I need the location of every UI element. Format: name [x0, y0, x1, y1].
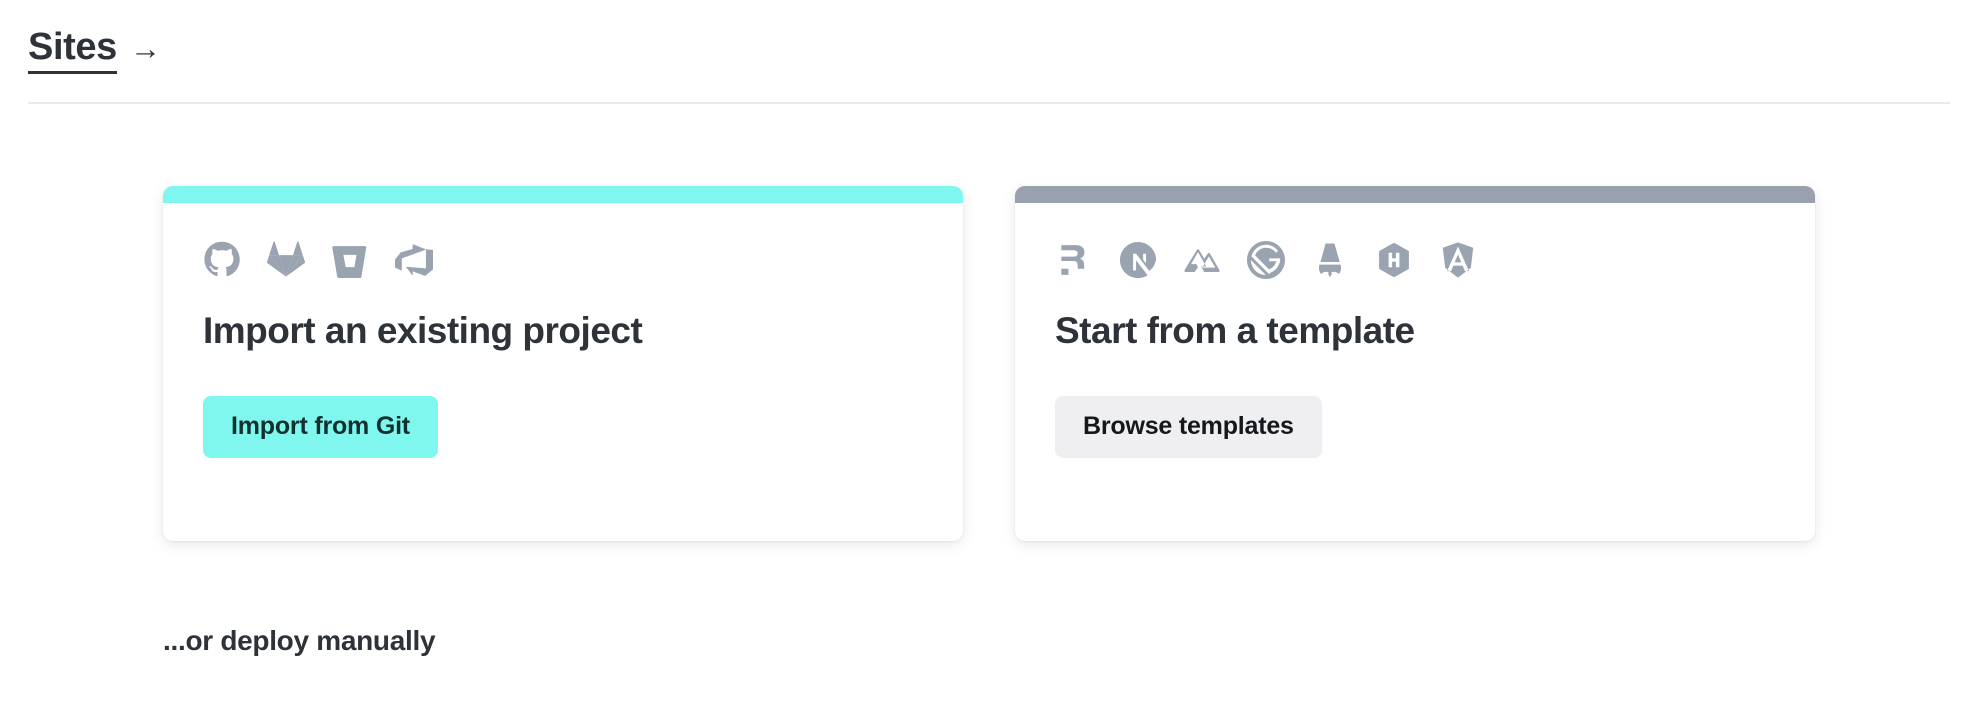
angular-icon [1442, 242, 1474, 278]
framework-icon-row [1055, 239, 1775, 281]
github-icon [204, 241, 240, 277]
git-provider-icon-row [203, 239, 923, 281]
astro-icon [1318, 243, 1342, 278]
bitbucket-icon [332, 246, 367, 279]
remix-icon [1061, 245, 1085, 275]
azure-devops-icon [395, 244, 433, 276]
card-accent-bar [163, 186, 963, 203]
deploy-manually-heading: ...or deploy manually [163, 625, 436, 656]
browse-templates-button[interactable]: Browse templates [1055, 395, 1322, 458]
sites-link[interactable]: Sites → [28, 28, 161, 74]
page-title: Sites [28, 28, 117, 74]
card-body: Import an existing project Import from G… [163, 203, 963, 541]
card-body: Start from a template Browse templates [1015, 203, 1815, 541]
card-import-existing-project[interactable]: Import an existing project Import from G… [163, 186, 963, 541]
hugo-icon [1379, 242, 1409, 278]
card-title: Import an existing project [203, 310, 643, 351]
import-from-git-button[interactable]: Import from Git [203, 395, 438, 458]
nuxt-icon [1184, 249, 1220, 273]
gatsby-icon [1247, 241, 1285, 279]
card-start-from-template[interactable]: Start from a template Browse templates [1015, 186, 1815, 541]
card-title: Start from a template [1055, 310, 1415, 351]
card-accent-bar [1015, 186, 1815, 203]
cards-row: Import an existing project Import from G… [163, 186, 1815, 541]
gitlab-icon [267, 241, 305, 277]
page-header: Sites → [28, 28, 1950, 104]
page-root: Sites → Import an existing project Impor… [0, 0, 1978, 710]
header-divider [28, 102, 1950, 104]
nextjs-icon [1119, 241, 1157, 279]
arrow-right-icon: → [129, 30, 161, 66]
